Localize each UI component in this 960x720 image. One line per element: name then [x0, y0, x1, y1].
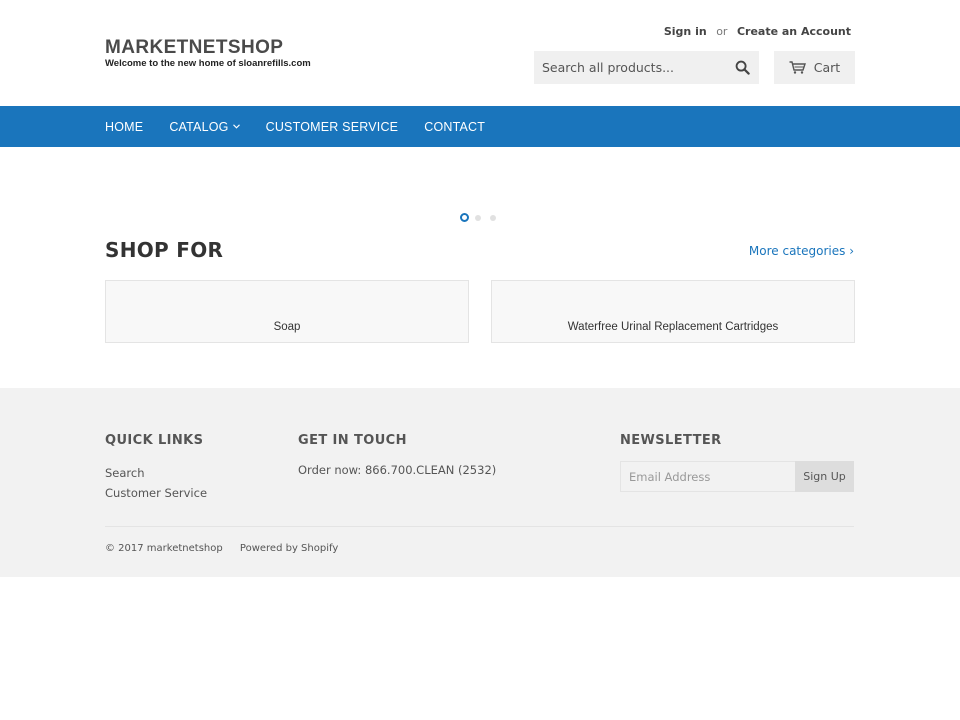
or-separator: or	[716, 25, 728, 38]
cart-icon	[789, 61, 806, 74]
nav-item-home[interactable]: HOME	[105, 120, 143, 134]
nav-item-label: CATALOG	[169, 119, 229, 134]
sign-in-link[interactable]: Sign in	[664, 25, 707, 38]
footer-link-customer-service[interactable]: Customer Service	[105, 483, 207, 503]
footer-link-search[interactable]: Search	[105, 463, 207, 483]
copyright: © 2017 marketnetshop Powered by Shopify	[105, 543, 338, 554]
quick-links-heading: QUICK LINKS	[105, 433, 204, 448]
category-label: Soap	[273, 321, 301, 333]
chevron-down-icon	[232, 124, 240, 129]
main-nav: HOME CATALOG CUSTOMER SERVICE CONTACT	[0, 106, 960, 147]
site-header: MARKETNETSHOP Welcome to the new home of…	[0, 0, 960, 106]
category-card-soap[interactable]: Soap	[105, 280, 469, 343]
copyright-text: © 2017 marketnetshop	[105, 543, 223, 554]
site-logo[interactable]: MARKETNETSHOP Welcome to the new home of…	[105, 37, 311, 70]
quick-links-list: Search Customer Service	[105, 463, 207, 503]
search-input[interactable]	[534, 51, 724, 84]
search-form	[534, 51, 759, 84]
newsletter-signup-button[interactable]: Sign Up	[795, 461, 854, 492]
newsletter-heading: NEWSLETTER	[620, 433, 722, 448]
cart-button[interactable]: Cart	[774, 51, 855, 84]
search-icon	[735, 60, 750, 75]
nav-item-customer-service[interactable]: CUSTOMER SERVICE	[266, 120, 399, 134]
slider-pagination	[460, 213, 505, 222]
powered-by-link[interactable]: Powered by Shopify	[240, 543, 338, 554]
nav-item-label: HOME	[105, 119, 144, 134]
slider-dot-2[interactable]	[475, 214, 481, 221]
logo-tagline: Welcome to the new home of sloanrefills.…	[105, 58, 311, 69]
nav-item-label: CUSTOMER SERVICE	[265, 119, 399, 134]
footer-divider	[105, 526, 854, 527]
search-button[interactable]	[725, 51, 759, 84]
contact-phone: Order now: 866.700.CLEAN (2532)	[298, 463, 497, 477]
site-footer: QUICK LINKS Search Customer Service GET …	[0, 388, 960, 577]
shop-for-title: SHOP FOR	[105, 238, 224, 262]
get-in-touch-heading: GET IN TOUCH	[298, 433, 407, 448]
nav-item-catalog[interactable]: CATALOG	[169, 119, 240, 134]
slider-dot-3[interactable]	[490, 214, 496, 221]
logo-title: MARKETNETSHOP	[105, 37, 284, 58]
nav-item-label: CONTACT	[424, 119, 486, 134]
account-links: Sign in or Create an Account	[664, 25, 851, 38]
more-categories-link[interactable]: More categories ›	[749, 244, 854, 258]
create-account-link[interactable]: Create an Account	[737, 25, 851, 38]
category-label: Waterfree Urinal Replacement Cartridges	[567, 321, 779, 333]
slider-dot-1[interactable]	[460, 213, 469, 222]
nav-list: HOME CATALOG CUSTOMER SERVICE CONTACT	[105, 106, 511, 147]
newsletter-email-input[interactable]	[620, 461, 796, 492]
category-card-urinal-cartridges[interactable]: Waterfree Urinal Replacement Cartridges	[491, 280, 855, 343]
cart-label: Cart	[813, 60, 841, 75]
nav-item-contact[interactable]: CONTACT	[424, 120, 485, 134]
